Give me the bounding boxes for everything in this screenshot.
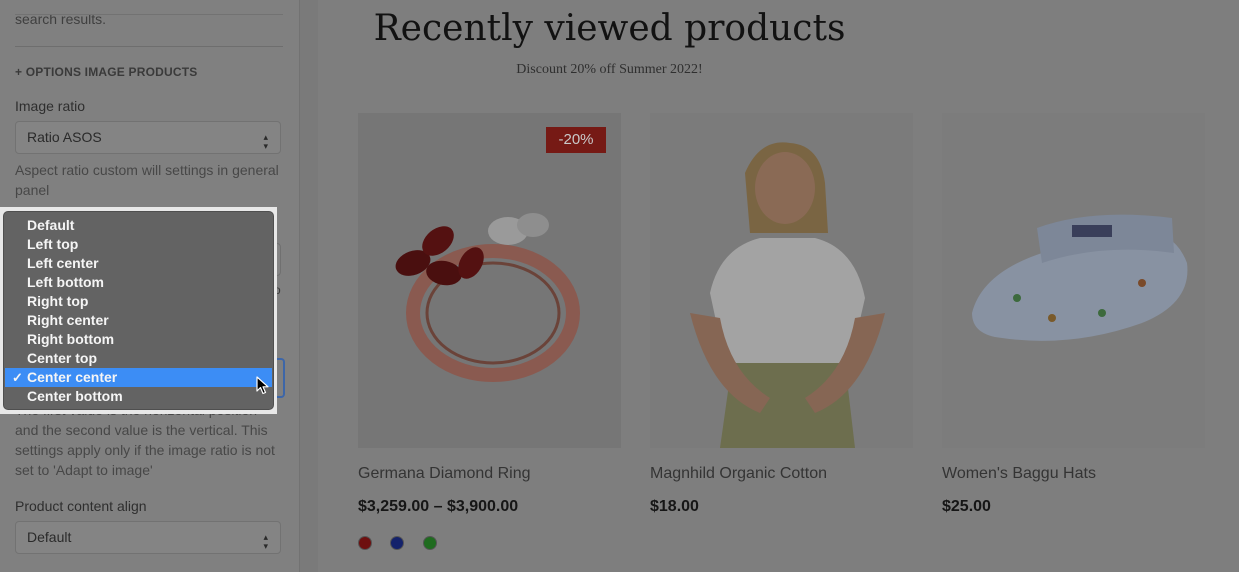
section-subtitle: Discount 20% off Summer 2022!	[516, 62, 703, 77]
swatch-green[interactable]	[422, 536, 437, 550]
color-swatches	[358, 536, 451, 555]
option-left-bottom[interactable]: Left bottom	[5, 273, 272, 292]
ring-image	[395, 213, 580, 382]
image-ratio-value: Ratio ASOS	[27, 129, 102, 145]
swatch-red[interactable]	[358, 536, 372, 550]
discount-badge: -20%	[546, 127, 606, 153]
option-right-center[interactable]: Right center	[5, 311, 272, 330]
select-arrows-icon: ▴ ▾	[263, 132, 268, 151]
option-left-top[interactable]: Left top	[5, 235, 272, 254]
mouse-pointer-icon	[256, 376, 269, 395]
product-name[interactable]: Magnhild Organic Cotton	[650, 465, 827, 483]
content-align-value: Default	[27, 529, 72, 545]
product-card[interactable]: Women's Baggu Hats $25.00	[942, 113, 1205, 515]
checkmark-icon: ✓	[12, 370, 23, 385]
option-label: Center center	[27, 369, 118, 385]
swatch-blue[interactable]	[390, 536, 405, 550]
image-ratio-select[interactable]: Ratio ASOS ▴ ▾	[15, 121, 281, 154]
option-right-bottom[interactable]: Right bottom	[5, 330, 272, 349]
product-image[interactable]	[942, 113, 1205, 448]
option-center-center[interactable]: ✓ Center center	[5, 368, 272, 387]
product-card[interactable]: Magnhild Organic Cotton $18.00	[650, 113, 913, 515]
image-position-dropdown[interactable]: Default Left top Left center Left bottom…	[3, 211, 274, 410]
option-left-center[interactable]: Left center	[5, 254, 272, 273]
section-title: Recently viewed products	[373, 8, 846, 49]
hat-image	[972, 214, 1188, 341]
product-price: $3,259.00 – $3,900.00	[358, 498, 519, 515]
preview-area: Recently viewed products Discount 20% of…	[318, 0, 1239, 572]
sidebar-scrollbar[interactable]	[299, 0, 318, 572]
product-price: $25.00	[942, 498, 991, 515]
select-arrows-icon: ▴ ▾	[263, 532, 268, 551]
image-ratio-label: Image ratio	[15, 98, 86, 114]
product-price: $18.00	[650, 498, 699, 515]
model-photo	[690, 142, 885, 448]
product-name[interactable]: Germana Diamond Ring	[358, 465, 531, 483]
option-center-bottom[interactable]: Center bottom	[5, 387, 272, 406]
product-image[interactable]	[650, 113, 913, 448]
option-default[interactable]: Default	[5, 216, 272, 235]
content-align-select[interactable]: Default ▴ ▾	[15, 521, 281, 554]
product-card[interactable]: -20% Germana Diamond Ring $3,259.00 – $3…	[358, 113, 621, 550]
option-center-top[interactable]: Center top	[5, 349, 272, 368]
content-align-label: Product content align	[15, 498, 147, 514]
image-ratio-help: Aspect ratio custom will settings in gen…	[15, 162, 279, 198]
product-name[interactable]: Women's Baggu Hats	[942, 465, 1096, 483]
option-right-top[interactable]: Right top	[5, 292, 272, 311]
product-image[interactable]: -20%	[358, 113, 621, 448]
